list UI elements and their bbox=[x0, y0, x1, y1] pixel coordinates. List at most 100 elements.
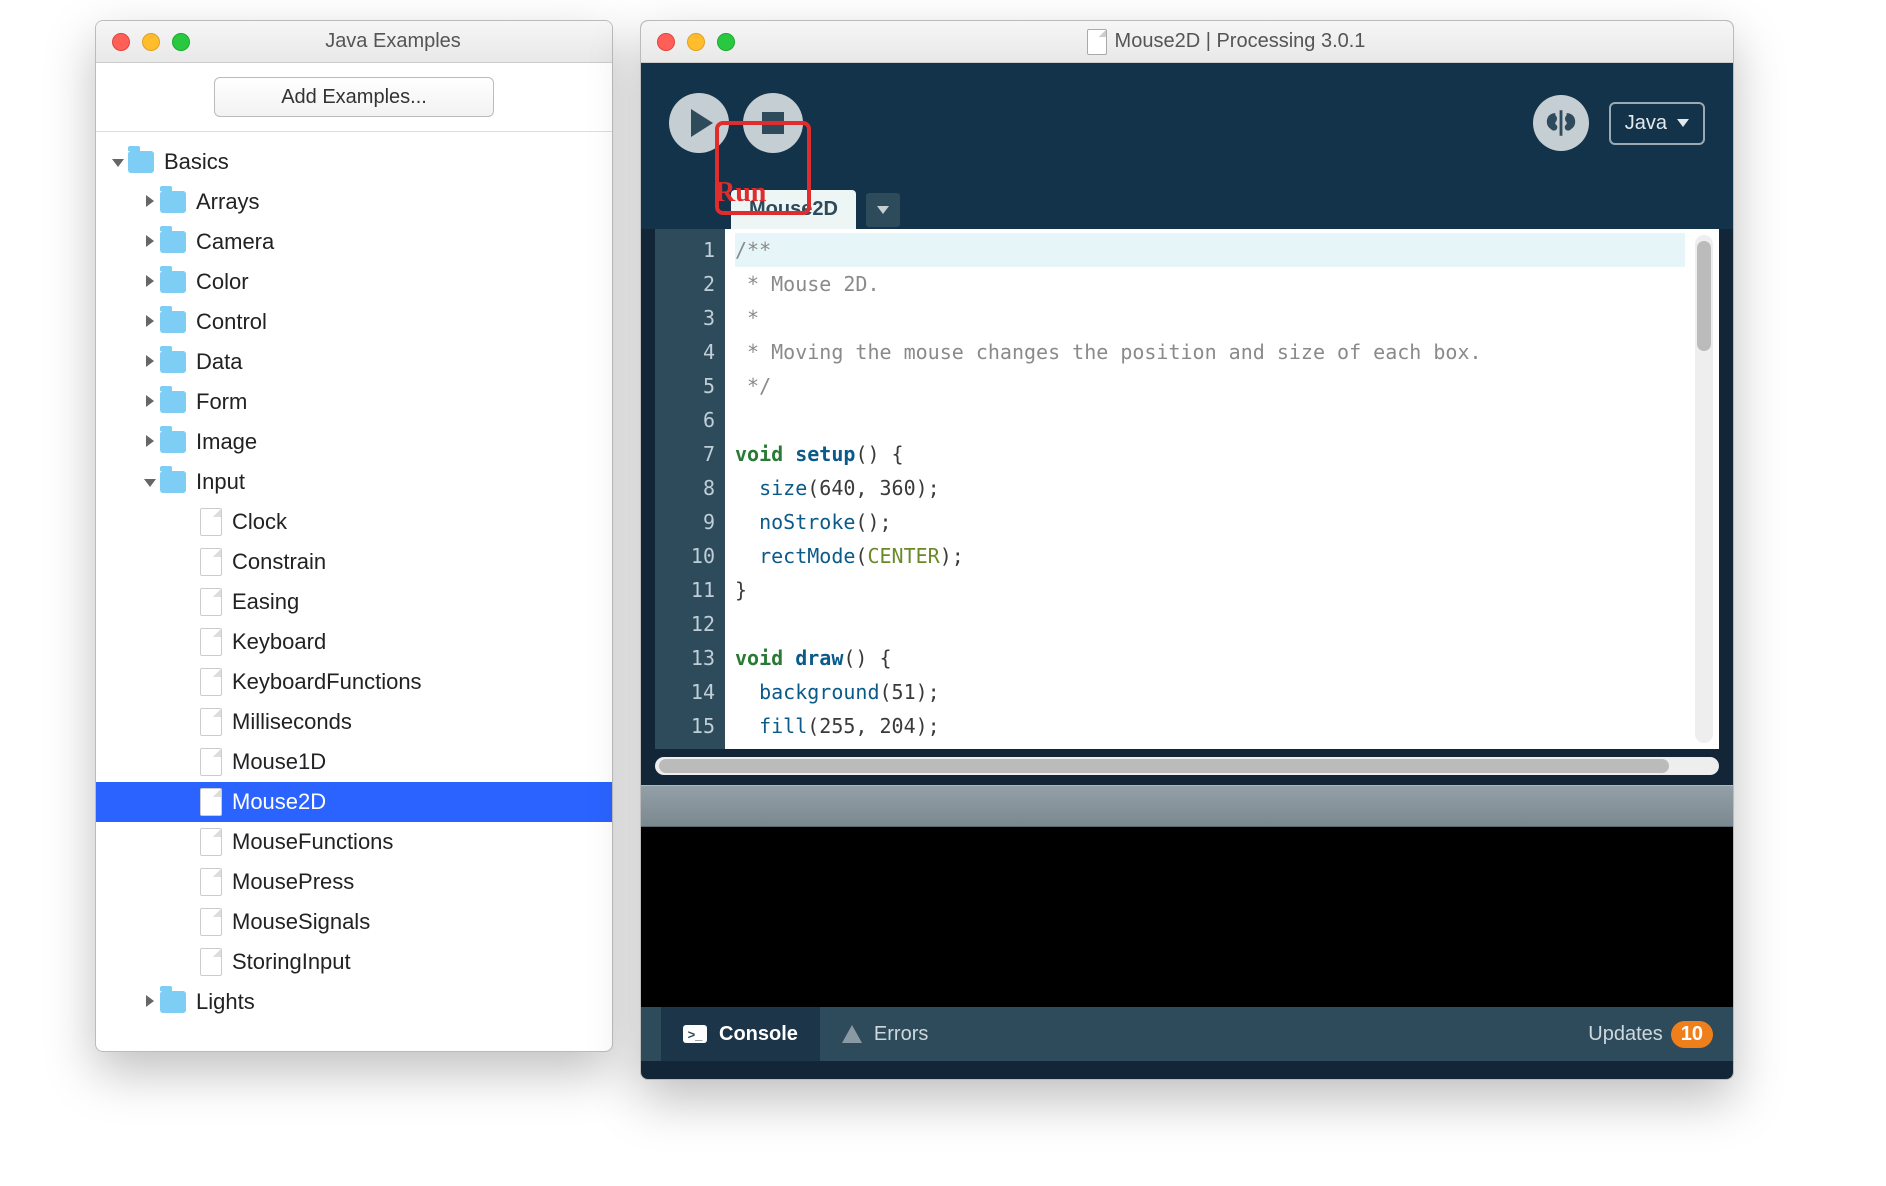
tree-item-label: KeyboardFunctions bbox=[232, 669, 422, 695]
tree-folder-image[interactable]: Image bbox=[96, 422, 612, 462]
tree-item-label: Milliseconds bbox=[232, 709, 352, 735]
tree-folder-data[interactable]: Data bbox=[96, 342, 612, 382]
tree-item-label: Mouse2D bbox=[232, 789, 326, 815]
traffic-lights bbox=[112, 33, 190, 51]
examples-toolbar: Add Examples... bbox=[96, 63, 612, 132]
processing-title: Mouse2D | Processing 3.0.1 bbox=[735, 29, 1717, 55]
close-icon[interactable] bbox=[657, 33, 675, 51]
tree-folder-lights[interactable]: Lights bbox=[96, 982, 612, 1022]
tree-item-label: Constrain bbox=[232, 549, 326, 575]
zoom-icon[interactable] bbox=[172, 33, 190, 51]
zoom-icon[interactable] bbox=[717, 33, 735, 51]
tab-menu-button[interactable] bbox=[866, 193, 900, 227]
tree-item-label: StoringInput bbox=[232, 949, 351, 975]
add-examples-button[interactable]: Add Examples... bbox=[214, 77, 494, 117]
tree-folder-color[interactable]: Color bbox=[96, 262, 612, 302]
tree-folder-form[interactable]: Form bbox=[96, 382, 612, 422]
errors-label: Errors bbox=[874, 1023, 928, 1046]
horizontal-scrollbar[interactable] bbox=[655, 757, 1719, 775]
tree-item-constrain[interactable]: Constrain bbox=[96, 542, 612, 582]
console-divider[interactable] bbox=[641, 785, 1733, 827]
tree-item-keyboard[interactable]: Keyboard bbox=[96, 622, 612, 662]
mode-selector[interactable]: Java bbox=[1609, 102, 1705, 145]
console-label: Console bbox=[719, 1023, 798, 1046]
tree-folder-input[interactable]: Input bbox=[96, 462, 612, 502]
folder-icon bbox=[128, 151, 154, 173]
updates-indicator[interactable]: Updates 10 bbox=[1588, 1021, 1713, 1048]
file-icon bbox=[200, 828, 222, 856]
code-editor[interactable]: 123456789101112131415 /** * Mouse 2D. * … bbox=[655, 229, 1719, 749]
tree-item-storinginput[interactable]: StoringInput bbox=[96, 942, 612, 982]
close-icon[interactable] bbox=[112, 33, 130, 51]
file-icon bbox=[200, 588, 222, 616]
tree-item-milliseconds[interactable]: Milliseconds bbox=[96, 702, 612, 742]
file-icon bbox=[200, 748, 222, 776]
tree-item-label: Basics bbox=[164, 149, 229, 175]
tree-item-mousepress[interactable]: MousePress bbox=[96, 862, 612, 902]
file-icon bbox=[200, 948, 222, 976]
tree-item-label: Clock bbox=[232, 509, 287, 535]
annotation-run-label: Run bbox=[715, 177, 766, 209]
file-icon bbox=[200, 708, 222, 736]
status-bar: >_ Console Errors Updates 10 bbox=[641, 1007, 1733, 1061]
tree-item-keyboardfunctions[interactable]: KeyboardFunctions bbox=[96, 662, 612, 702]
processing-titlebar[interactable]: Mouse2D | Processing 3.0.1 bbox=[641, 21, 1733, 63]
tree-item-label: MousePress bbox=[232, 869, 354, 895]
tree-folder-basics[interactable]: Basics bbox=[96, 142, 612, 182]
tree-item-label: Arrays bbox=[196, 189, 260, 215]
folder-icon bbox=[160, 391, 186, 413]
minimize-icon[interactable] bbox=[687, 33, 705, 51]
examples-titlebar[interactable]: Java Examples bbox=[96, 21, 612, 63]
folder-icon bbox=[160, 351, 186, 373]
folder-icon bbox=[160, 271, 186, 293]
console-icon: >_ bbox=[683, 1025, 707, 1043]
play-icon bbox=[691, 109, 713, 137]
tree-item-mouse1d[interactable]: Mouse1D bbox=[96, 742, 612, 782]
tree-item-label: Easing bbox=[232, 589, 299, 615]
tree-item-label: Color bbox=[196, 269, 249, 295]
processing-window: Mouse2D | Processing 3.0.1 Java Run Mous… bbox=[640, 20, 1734, 1080]
tree-item-mousefunctions[interactable]: MouseFunctions bbox=[96, 822, 612, 862]
tree-folder-camera[interactable]: Camera bbox=[96, 222, 612, 262]
tab-errors[interactable]: Errors bbox=[820, 1007, 950, 1061]
file-icon bbox=[200, 508, 222, 536]
tree-item-label: MouseFunctions bbox=[232, 829, 393, 855]
examples-title: Java Examples bbox=[190, 30, 596, 53]
tree-item-mouse2d[interactable]: Mouse2D bbox=[96, 782, 612, 822]
tree-item-label: Data bbox=[196, 349, 242, 375]
minimize-icon[interactable] bbox=[142, 33, 160, 51]
console-output[interactable] bbox=[641, 827, 1733, 1007]
file-icon bbox=[200, 908, 222, 936]
tree-item-easing[interactable]: Easing bbox=[96, 582, 612, 622]
folder-icon bbox=[160, 991, 186, 1013]
code-area[interactable]: /** * Mouse 2D. * * Moving the mouse cha… bbox=[725, 229, 1695, 749]
tree-item-label: Lights bbox=[196, 989, 255, 1015]
file-icon bbox=[200, 668, 222, 696]
tree-item-label: Form bbox=[196, 389, 247, 415]
document-icon bbox=[1087, 29, 1107, 55]
tree-item-label: Input bbox=[196, 469, 245, 495]
butterfly-icon bbox=[1544, 106, 1578, 140]
tree-item-label: Control bbox=[196, 309, 267, 335]
tree-item-label: Camera bbox=[196, 229, 274, 255]
tree-item-clock[interactable]: Clock bbox=[96, 502, 612, 542]
warning-icon bbox=[842, 1025, 862, 1043]
folder-icon bbox=[160, 471, 186, 493]
file-icon bbox=[200, 628, 222, 656]
folder-icon bbox=[160, 191, 186, 213]
examples-tree[interactable]: Basics Arrays Camera Color Control Data Form Im… bbox=[96, 132, 612, 1032]
debug-button[interactable] bbox=[1533, 95, 1589, 151]
mode-label: Java bbox=[1625, 112, 1667, 135]
tab-console[interactable]: >_ Console bbox=[661, 1007, 820, 1061]
folder-icon bbox=[160, 311, 186, 333]
file-icon bbox=[200, 548, 222, 576]
chevron-down-icon bbox=[1677, 119, 1689, 127]
tree-item-mousesignals[interactable]: MouseSignals bbox=[96, 902, 612, 942]
processing-title-text: Mouse2D | Processing 3.0.1 bbox=[1115, 30, 1366, 53]
folder-icon bbox=[160, 431, 186, 453]
chevron-down-icon bbox=[877, 206, 889, 214]
tree-item-label: Keyboard bbox=[232, 629, 326, 655]
tree-folder-arrays[interactable]: Arrays bbox=[96, 182, 612, 222]
vertical-scrollbar[interactable] bbox=[1695, 235, 1713, 743]
tree-folder-control[interactable]: Control bbox=[96, 302, 612, 342]
